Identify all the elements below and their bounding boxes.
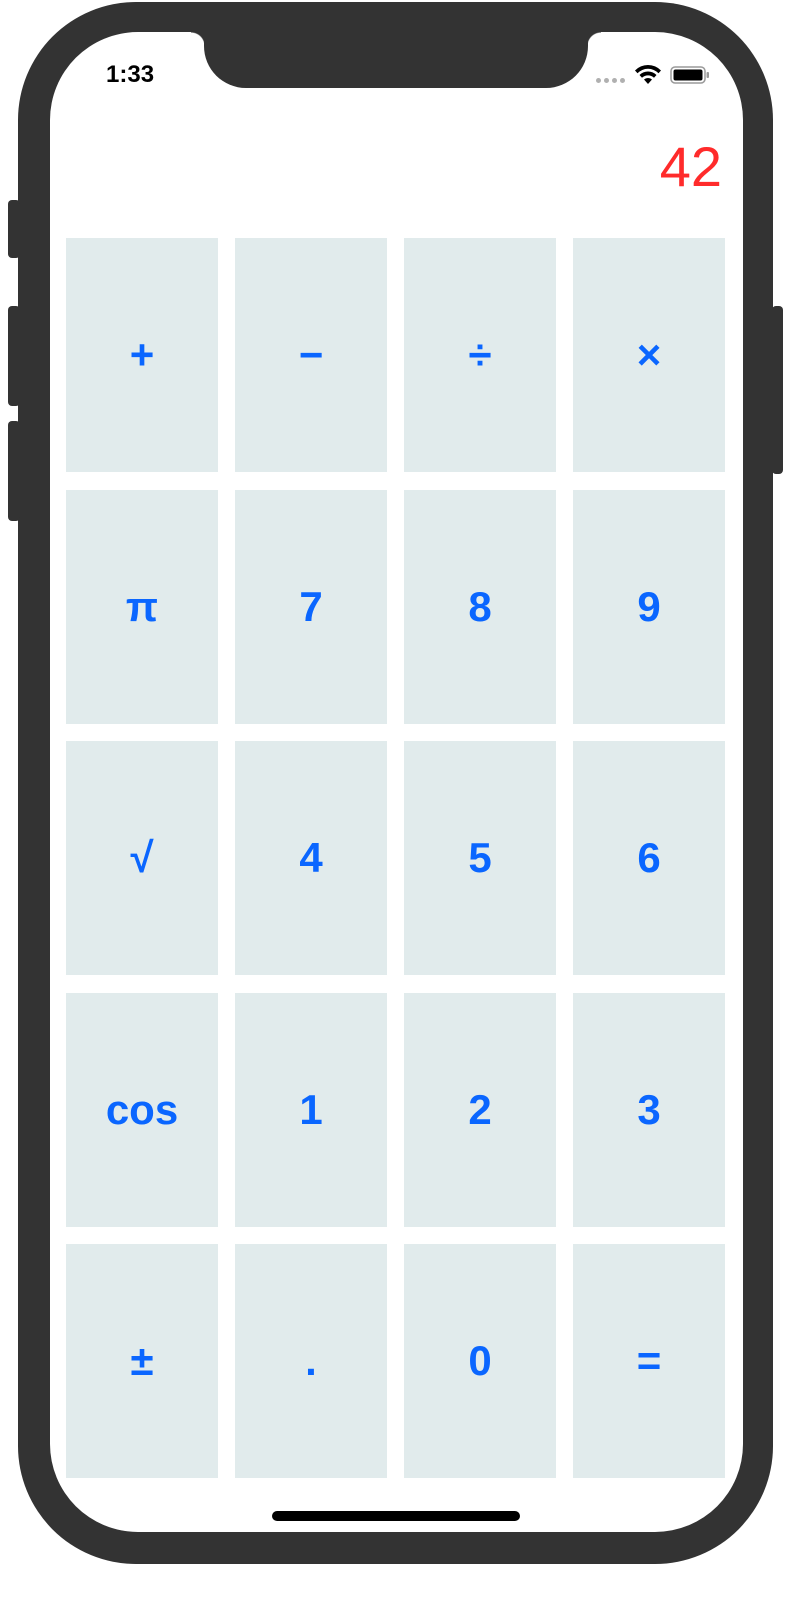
volume-down-button [8,421,20,521]
key-equals-button[interactable]: = [573,1244,725,1478]
silent-switch [8,200,20,258]
home-indicator[interactable] [272,1511,520,1521]
key-0-button[interactable]: 0 [404,1244,556,1478]
power-button [772,306,783,474]
key-3-button[interactable]: 3 [573,992,725,1227]
key-cos-button[interactable]: cos [66,992,218,1227]
key-pi-button[interactable]: π [66,489,218,724]
keypad: + − ÷ × π 7 8 9 √ 4 5 6 cos 1 2 3 ±. 0 = [66,238,726,1478]
key-1-button[interactable]: 1 [235,992,387,1227]
key-7-button[interactable]: 7 [235,489,387,724]
key-subtract-button[interactable]: − [235,238,387,472]
key-multiply-button[interactable]: × [573,238,725,472]
wifi-icon [635,64,661,84]
key-divide-button[interactable]: ÷ [404,238,556,472]
key-sqrt-button[interactable]: √ [66,741,218,975]
key-2-button[interactable]: 2 [404,992,556,1227]
volume-up-button [8,306,20,406]
key-8-button[interactable]: 8 [404,489,556,724]
signal-icon [596,78,625,83]
key-decimal-button[interactable]: . [235,1244,387,1478]
key-6-button[interactable]: 6 [573,741,725,975]
result-display: 42 [659,135,722,198]
key-5-button[interactable]: 5 [404,741,556,975]
key-add-button[interactable]: + [66,238,218,472]
notch [191,32,601,88]
battery-icon [670,66,709,84]
key-9-button[interactable]: 9 [573,489,725,724]
key-4-button[interactable]: 4 [235,741,387,975]
key-plus-minus-button[interactable]: ± [66,1244,218,1478]
status-time: 1:33 [106,61,155,88]
